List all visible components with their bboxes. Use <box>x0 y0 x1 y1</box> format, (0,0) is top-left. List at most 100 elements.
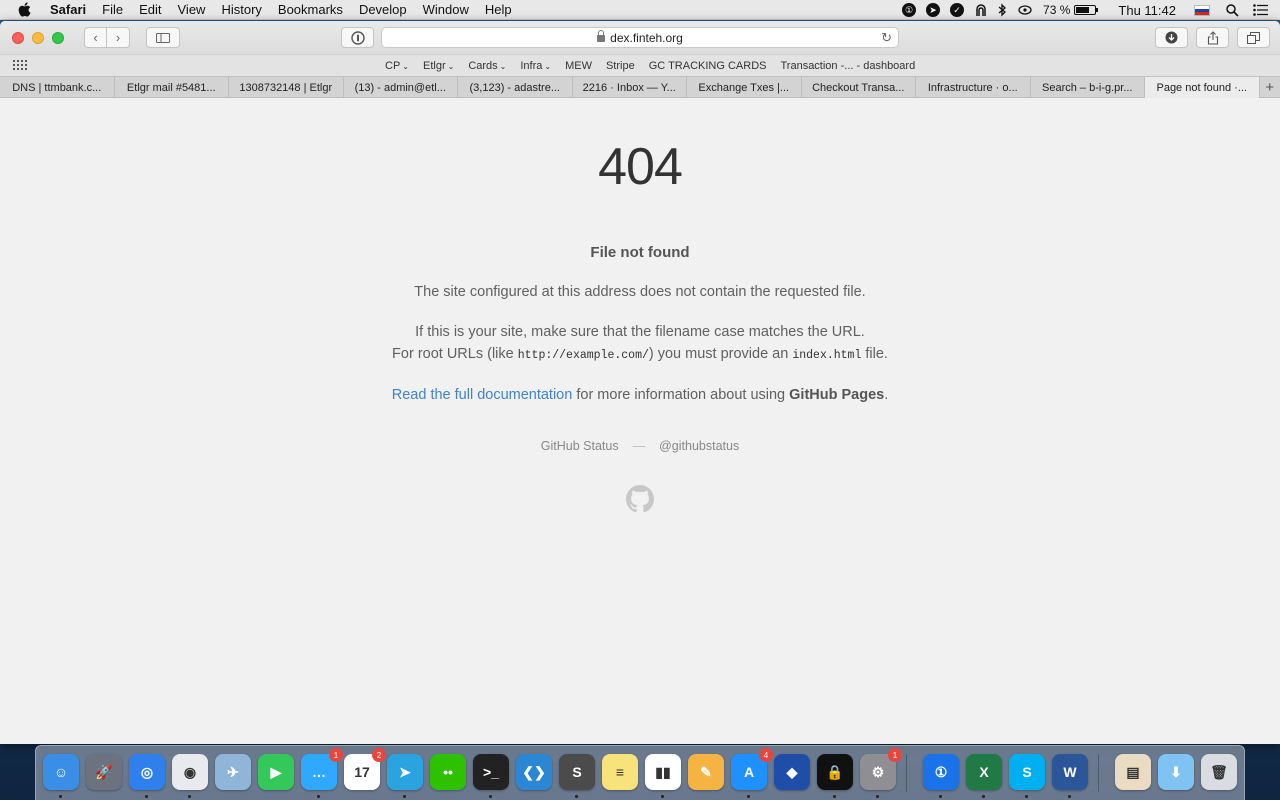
preview-icon[interactable]: ✈ <box>215 754 251 790</box>
tab[interactable]: DNS | ttmbank.c... <box>0 77 115 98</box>
dock-icon-glyph: 🚀 <box>95 763 113 780</box>
tab[interactable]: 2216 · Inbox — Y... <box>573 77 687 98</box>
github-status-link[interactable]: GitHub Status <box>541 439 619 453</box>
telegram-icon[interactable]: ➤ <box>387 754 423 790</box>
word-icon[interactable]: W <box>1052 754 1088 790</box>
notes-icon[interactable]: ≡ <box>602 754 638 790</box>
tab[interactable]: Etlgr mail #5481... <box>115 77 229 98</box>
skype-icon[interactable]: S <box>1009 754 1045 790</box>
favorite-item[interactable]: CP ⌄ <box>385 60 409 72</box>
checkmark-status-icon[interactable]: ✓ <box>950 3 965 17</box>
share-button[interactable] <box>1196 27 1229 48</box>
tab[interactable]: (3,123) - adastre... <box>458 77 573 98</box>
excel-icon[interactable]: X <box>966 754 1002 790</box>
launchpad-icon[interactable]: 🚀 <box>86 754 122 790</box>
numbers-icon[interactable]: ▮▮ <box>645 754 681 790</box>
new-tab-button[interactable]: + <box>1260 77 1280 98</box>
tab-active[interactable]: Page not found ·... <box>1145 77 1260 98</box>
telegram-status-icon[interactable]: ➤ <box>926 3 941 17</box>
chevron-down-icon: ⌄ <box>499 62 507 71</box>
archive-status-icon[interactable] <box>974 3 988 17</box>
documentation-line-text: for more information about using <box>572 387 790 403</box>
calendar-icon[interactable]: 17 2 <box>344 748 386 790</box>
sync-status-icon[interactable] <box>1017 3 1033 17</box>
close-window-button[interactable] <box>12 31 24 44</box>
root-url-hint-line: For root URLs (like http://example.com/)… <box>0 346 1280 362</box>
zoom-window-button[interactable] <box>52 31 64 44</box>
dock-icon-glyph: 🗑 <box>1210 763 1228 780</box>
lock-app-icon[interactable]: 🔒 <box>817 754 853 790</box>
menu-bookmarks[interactable]: Bookmarks <box>278 0 343 20</box>
tab[interactable]: 1308732148 | Etlgr <box>229 77 344 98</box>
wechat-icon[interactable]: •• <box>430 754 466 790</box>
menu-clock[interactable]: Thu 11:42 <box>1118 3 1176 18</box>
github-octocat-icon[interactable] <box>626 485 654 513</box>
back-button[interactable]: ‹ <box>84 27 107 48</box>
favorite-item[interactable]: Cards ⌄ <box>468 60 506 72</box>
dock-icon-glyph: >_ <box>483 764 499 780</box>
apple-menu-icon[interactable] <box>18 2 32 18</box>
forward-button[interactable]: › <box>107 27 130 48</box>
tab[interactable]: Checkout Transa... <box>802 77 916 98</box>
sidebar-toggle-button[interactable] <box>146 27 180 48</box>
chrome-icon[interactable]: ◉ <box>172 754 208 790</box>
documentation-link[interactable]: Read the full documentation <box>392 387 573 403</box>
favorite-item[interactable]: GC TRACKING CARDS <box>649 60 767 72</box>
tab[interactable]: Exchange Txes |... <box>687 77 802 98</box>
menu-history[interactable]: History <box>221 0 261 20</box>
menu-edit[interactable]: Edit <box>139 0 161 20</box>
trash-icon[interactable]: 🗑 <box>1201 754 1237 790</box>
root-url-hint-text-a: For root URLs (like <box>392 346 518 362</box>
finder-icon[interactable]: ☺ <box>43 754 79 790</box>
favorites-bar: CP ⌄ Etlgr ⌄ Cards ⌄ Infra ⌄ MEW Stripe GC TRACKIN… <box>0 54 1280 76</box>
minimize-window-button[interactable] <box>32 31 44 44</box>
sublime-text-icon[interactable]: S <box>559 754 595 790</box>
pages-icon[interactable]: ✎ <box>688 754 724 790</box>
app-store-icon[interactable]: A4 <box>731 748 773 790</box>
notification-center-icon[interactable] <box>1253 4 1268 16</box>
facetime-icon[interactable]: ▶ <box>258 754 294 790</box>
tab[interactable]: (13) - admin@etl... <box>344 77 458 98</box>
spotlight-search-icon[interactable] <box>1226 3 1239 17</box>
favorite-item[interactable]: Etlgr ⌄ <box>423 60 454 72</box>
favorite-item[interactable]: MEW <box>565 60 592 72</box>
notification-badge: 1 <box>329 748 343 762</box>
bluetooth-icon[interactable] <box>998 3 1007 17</box>
dock: ☺ 🚀 ◎ ◉ ✈ ▶… 1 17 2 ➤ •• >_ ❮❯ S ≡ ▮▮ ✎ A 4 ◆ 🔒 ⚙ 1 ① X S W ▤ ⬇ 🗑 <box>35 745 1245 800</box>
system-preferences-icon[interactable]: ⚙ 1 <box>860 748 902 790</box>
terminal-icon[interactable]: >_ <box>473 754 509 790</box>
favorite-item[interactable]: Transaction -... - dashboard <box>780 60 915 72</box>
menu-window[interactable]: Window <box>423 0 469 20</box>
safari-icon[interactable]: ◎ <box>129 754 165 790</box>
dock-icon-glyph: W <box>1063 764 1077 780</box>
favorite-label: MEW <box>565 60 592 72</box>
favorite-item[interactable]: Infra ⌄ <box>520 60 551 72</box>
tab[interactable]: Infrastructure · o... <box>916 77 1031 98</box>
menu-file[interactable]: File <box>102 0 123 20</box>
document-stack-icon[interactable]: ▤ <box>1115 754 1151 790</box>
menu-view[interactable]: View <box>178 0 206 20</box>
address-bar[interactable]: dex.finteh.org ↻ <box>381 27 899 48</box>
menu-help[interactable]: Help <box>485 0 512 20</box>
tab[interactable]: Search – b-i-g.pr... <box>1031 77 1145 98</box>
messages-icon[interactable]: … 1 <box>301 748 343 790</box>
1password-extension-button[interactable] <box>341 27 374 48</box>
share-icon <box>1207 30 1218 45</box>
github-status-twitter-link[interactable]: @githubstatus <box>659 439 739 453</box>
tab-overview-button[interactable] <box>1237 27 1270 48</box>
show-all-bookmarks-grid-icon[interactable] <box>13 60 27 71</box>
footer-separator: — <box>632 439 646 453</box>
downloads-folder-icon[interactable]: ⬇ <box>1158 754 1194 790</box>
downloads-button[interactable] <box>1155 27 1188 48</box>
1password-icon[interactable]: ① <box>923 754 959 790</box>
battery-status[interactable]: 73 % <box>1043 3 1099 17</box>
vscode-icon[interactable]: ❮❯ <box>516 754 552 790</box>
favorite-label: CP <box>385 60 401 72</box>
1password-status-icon[interactable]: ① <box>902 3 917 17</box>
menu-develop[interactable]: Develop <box>359 0 407 20</box>
reload-icon[interactable]: ↻ <box>881 30 892 46</box>
russian-flag-input-icon[interactable] <box>1194 4 1210 16</box>
menu-app-name[interactable]: Safari <box>50 0 86 20</box>
favorite-item[interactable]: Stripe <box>606 60 635 72</box>
trezor-icon[interactable]: ◆ <box>774 754 810 790</box>
